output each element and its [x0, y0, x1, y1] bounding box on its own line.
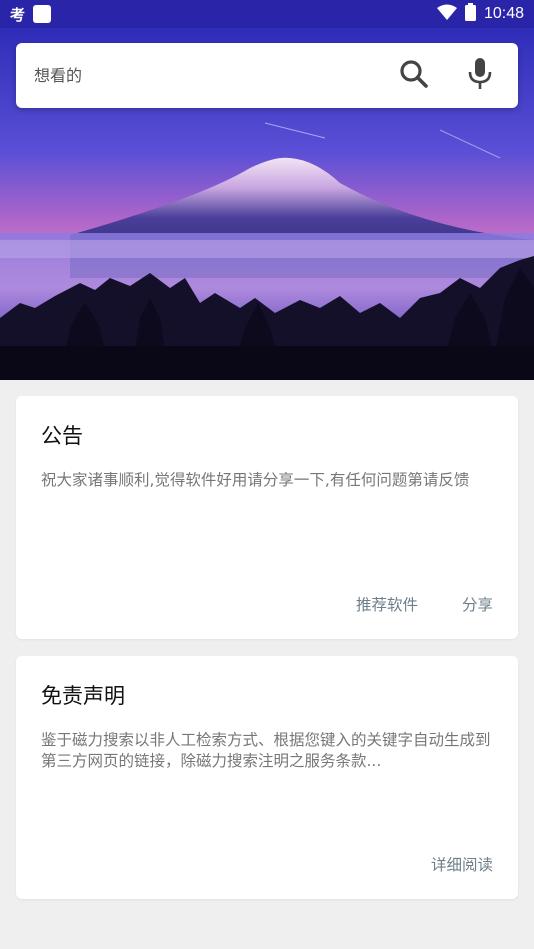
notice-body: 祝大家诸事顺利,觉得软件好用请分享一下,有任何问题第请反馈: [41, 471, 470, 489]
disclaimer-card: 免责声明 鉴于磁力搜索以非人工检索方式、根据您键入的关键字自动生成到第三方网页的…: [16, 656, 518, 899]
disclaimer-body: 鉴于磁力搜索以非人工检索方式、根据您键入的关键字自动生成到第三方网页的链接，除磁…: [41, 731, 491, 770]
share-button[interactable]: 分享: [462, 593, 493, 615]
notice-card: 公告 祝大家诸事顺利,觉得软件好用请分享一下,有任何问题第请反馈 推荐软件 分享: [16, 396, 518, 639]
search-bar: [16, 43, 518, 108]
notice-title: 公告: [41, 424, 83, 448]
voice-search-button[interactable]: [460, 56, 500, 96]
status-time: 10:48: [483, 5, 524, 22]
status-bar: 考 10:48: [0, 0, 534, 28]
disclaimer-title: 免责声明: [41, 684, 125, 708]
search-button[interactable]: [394, 56, 434, 96]
notification-square-icon: [33, 5, 52, 23]
search-icon: [398, 58, 430, 94]
mic-icon: [468, 57, 492, 95]
disclaimer-actions: 详细阅读: [431, 853, 493, 875]
search-input[interactable]: [34, 66, 394, 85]
notice-actions: 推荐软件 分享: [356, 593, 493, 615]
recommend-app-button[interactable]: 推荐软件: [356, 593, 418, 615]
app-icon: 考: [10, 5, 26, 24]
read-more-button[interactable]: 详细阅读: [431, 853, 493, 875]
battery-icon: [464, 3, 476, 25]
wifi-icon: [436, 4, 457, 24]
